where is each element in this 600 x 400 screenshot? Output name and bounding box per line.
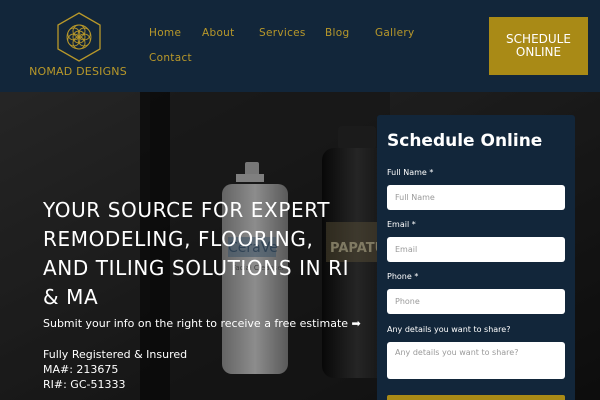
credentials: Fully Registered & Insured MA#: 213675 R… <box>43 347 303 392</box>
nav-about[interactable]: About <box>202 27 235 39</box>
phone-input[interactable] <box>387 289 565 314</box>
phone-label: Phone * <box>387 272 419 281</box>
schedule-form: Schedule Online Full Name * Email * Phon… <box>377 115 575 400</box>
logo[interactable]: NOMAD DESIGNS <box>26 12 130 82</box>
nav-home[interactable]: Home <box>149 27 181 39</box>
credential-ri-license: RI#: GC-51333 <box>43 378 126 391</box>
nav-gallery[interactable]: Gallery <box>375 27 415 39</box>
site-header: NOMAD DESIGNS Home About Services Blog G… <box>0 0 600 92</box>
email-input[interactable] <box>387 237 565 262</box>
nav-services[interactable]: Services <box>259 27 306 39</box>
credential-ma-license: MA#: 213675 <box>43 363 119 376</box>
full-name-label: Full Name * <box>387 168 434 177</box>
hero-headline: YOUR SOURCE FOR EXPERT REMODELING, FLOOR… <box>43 198 350 309</box>
free-estimate-text: Submit your info on the right to receive… <box>43 317 361 330</box>
brand-name: NOMAD DESIGNS <box>29 65 127 78</box>
email-label: Email * <box>387 220 416 229</box>
details-label: Any details you want to share? <box>387 325 511 334</box>
details-textarea[interactable] <box>387 342 565 379</box>
submit-button[interactable] <box>387 395 565 400</box>
full-name-input[interactable] <box>387 185 565 210</box>
credential-insured: Fully Registered & Insured <box>43 348 188 361</box>
schedule-online-button[interactable]: SCHEDULE ONLINE <box>489 17 588 75</box>
logo-mark-icon <box>57 12 101 62</box>
nav-contact[interactable]: Contact <box>149 52 192 64</box>
form-title: Schedule Online <box>387 131 543 151</box>
nav-blog[interactable]: Blog <box>325 27 349 39</box>
